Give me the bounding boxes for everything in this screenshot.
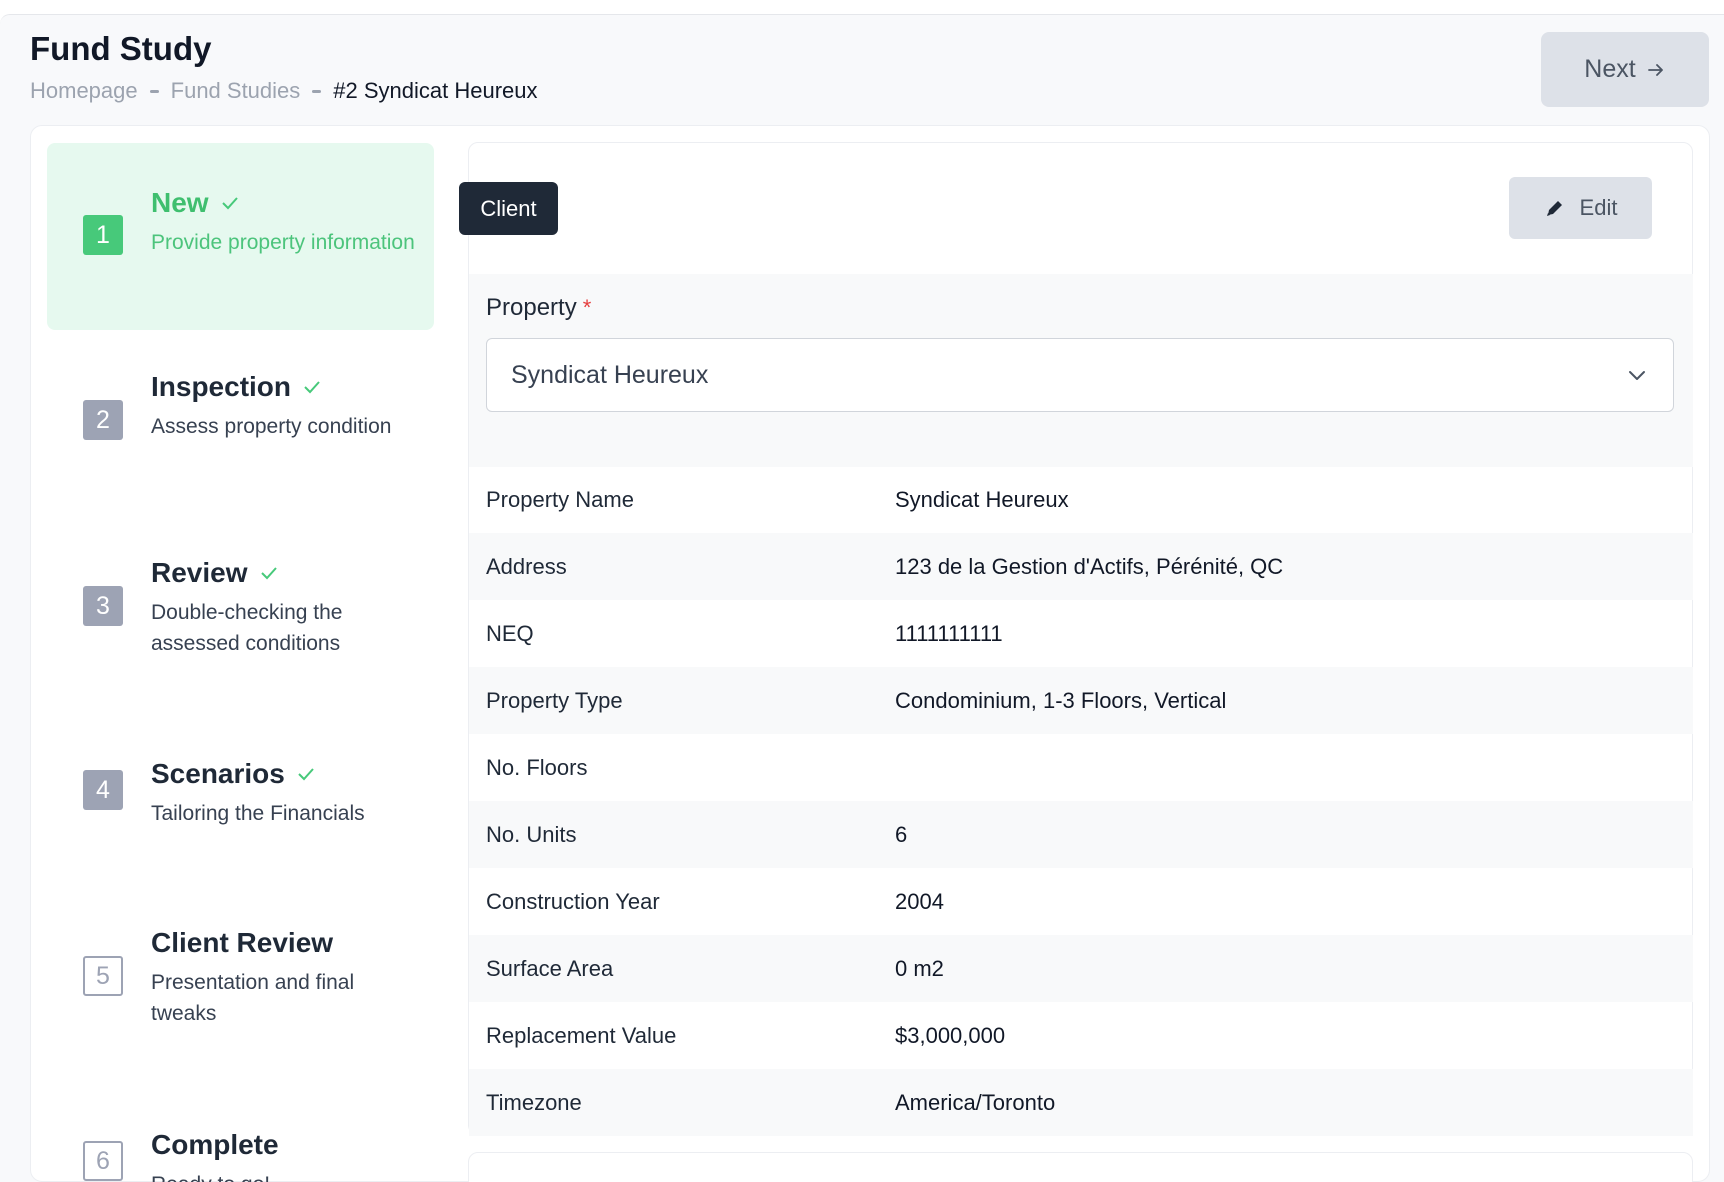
- detail-value: $3,000,000: [895, 1022, 1006, 1048]
- step-description: Double-checking the assessed conditions: [151, 601, 343, 655]
- detail-label: Property Name: [486, 486, 634, 512]
- detail-value: 123 de la Gestion d'Actifs, Pérénité, QC: [895, 553, 1284, 579]
- breadcrumb-homepage[interactable]: Homepage: [30, 78, 138, 104]
- detail-label: NEQ: [486, 620, 534, 646]
- detail-label: Surface Area: [486, 955, 614, 981]
- pencil-icon: [1546, 201, 1562, 216]
- next-button-label: Next: [1584, 55, 1636, 83]
- edit-button-label: Edit: [1579, 195, 1618, 220]
- step-review[interactable]: 3 Review Double-checking the assessed co…: [47, 515, 434, 702]
- step-title-text: Inspection: [151, 371, 292, 402]
- chevron-down-icon: [1629, 371, 1645, 380]
- step-title-text: Client Review: [151, 927, 334, 958]
- detail-value: 2004: [895, 888, 944, 914]
- page-title: Fund Study: [30, 30, 212, 67]
- tab-client[interactable]: Client: [459, 182, 558, 235]
- step-description: Presentation and final tweaks: [151, 971, 355, 1025]
- detail-label: Address: [486, 553, 567, 579]
- step-complete[interactable]: 6 Complete Ready to go!: [47, 1070, 434, 1182]
- detail-value: Condominium, 1-3 Floors, Vertical: [895, 687, 1227, 713]
- detail-label: Property Type: [486, 687, 623, 713]
- detail-row-surface-area: Surface Area 0 m2: [469, 935, 1693, 1002]
- detail-value: 1111111111: [895, 620, 1003, 646]
- step-description: Ready to go!: [151, 1169, 421, 1182]
- detail-label: No. Units: [486, 821, 577, 847]
- property-details-table: Property Name Syndicat Heureux Address 1…: [469, 466, 1693, 1136]
- step-client-review[interactable]: 5 Client Review Presentation and final t…: [47, 885, 434, 1072]
- required-marker: *: [582, 295, 592, 320]
- check-icon: [221, 197, 238, 210]
- detail-row-property-name: Property Name Syndicat Heureux: [469, 466, 1693, 533]
- detail-row-timezone: Timezone America/Toronto: [469, 1069, 1693, 1136]
- detail-row-property-type: Property Type Condominium, 1-3 Floors, V…: [469, 667, 1693, 734]
- detail-row-units: No. Units 6: [469, 801, 1693, 868]
- breadcrumb-separator: [149, 89, 159, 93]
- property-select[interactable]: Syndicat Heureux: [486, 338, 1674, 412]
- step-title: Complete: [151, 1129, 279, 1161]
- step-title-text: New: [151, 187, 209, 218]
- edit-button[interactable]: Edit: [1509, 177, 1652, 239]
- detail-label: Replacement Value: [486, 1022, 677, 1048]
- detail-label: Construction Year: [486, 888, 660, 914]
- property-label: Property *: [486, 294, 591, 322]
- step-description: Assess property condition: [151, 415, 392, 438]
- breadcrumb-separator: [312, 89, 322, 93]
- step-title: New: [151, 187, 239, 219]
- detail-row-replacement-value: Replacement Value $3,000,000: [469, 1002, 1693, 1069]
- step-inspection[interactable]: 2 Inspection Assess property condition: [47, 330, 434, 517]
- check-icon: [260, 567, 277, 580]
- step-number: 6: [83, 1141, 123, 1181]
- step-title-text: Scenarios: [151, 758, 285, 789]
- detail-label: No. Floors: [486, 754, 588, 780]
- step-number: 2: [83, 400, 123, 440]
- breadcrumb-fund-studies[interactable]: Fund Studies: [171, 78, 301, 104]
- arrow-right-icon: [1647, 63, 1663, 76]
- step-description: Tailoring the Financials: [151, 802, 365, 825]
- step-new[interactable]: 1 New Provide property information: [47, 143, 434, 330]
- step-title-text: Review: [151, 557, 248, 588]
- detail-value: America/Toronto: [895, 1089, 1056, 1115]
- detail-value: Syndicat Heureux: [895, 486, 1069, 512]
- detail-row-neq: NEQ 1111111111: [469, 600, 1693, 667]
- property-label-text: Property: [486, 294, 577, 321]
- check-icon: [298, 768, 314, 781]
- detail-value: 6: [895, 821, 908, 847]
- step-number: 3: [83, 586, 123, 626]
- step-title: Review: [151, 557, 278, 589]
- step-description: Provide property information: [151, 231, 415, 254]
- breadcrumb-current: #2 Syndicat Heureux: [333, 78, 538, 103]
- detail-row-construction-year: Construction Year 2004: [469, 868, 1693, 935]
- step-number: 1: [83, 215, 123, 255]
- step-title: Inspection: [151, 371, 321, 403]
- detail-value: 0 m2: [895, 955, 944, 981]
- step-title-text: Complete: [151, 1129, 279, 1160]
- check-icon: [304, 381, 320, 394]
- breadcrumb: Homepage Fund Studies #2 Syndicat Heureu…: [30, 78, 538, 104]
- next-section-card: [468, 1152, 1693, 1182]
- detail-row-address: Address 123 de la Gestion d'Actifs, Péré…: [469, 533, 1693, 600]
- detail-label: Timezone: [486, 1089, 582, 1115]
- detail-row-floors: No. Floors: [469, 734, 1693, 801]
- step-title: Client Review: [151, 927, 333, 959]
- step-scenarios[interactable]: 4 Scenarios Tailoring the Financials: [47, 700, 434, 887]
- step-number: 4: [83, 770, 123, 810]
- step-number: 5: [83, 956, 123, 996]
- next-button[interactable]: Next: [1541, 32, 1709, 107]
- property-select-value: Syndicat Heureux: [511, 360, 709, 389]
- step-title: Scenarios: [151, 758, 315, 790]
